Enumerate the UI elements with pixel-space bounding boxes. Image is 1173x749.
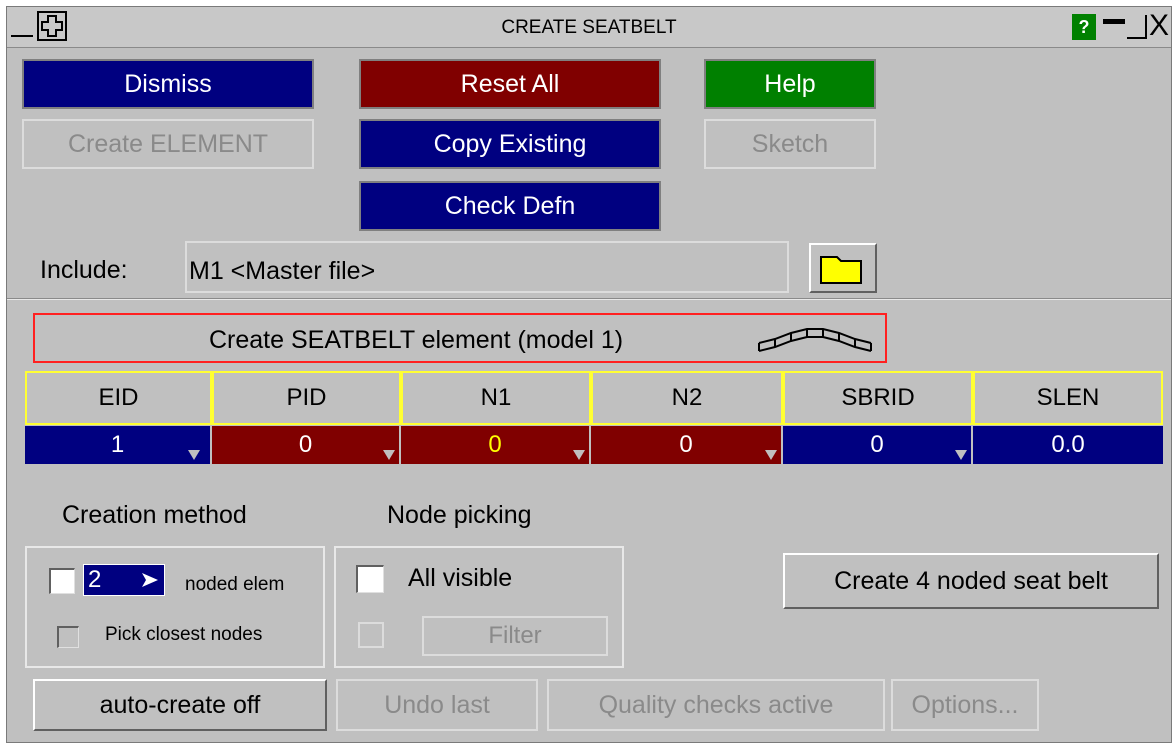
create-seatbelt-banner: Create SEATBELT element (model 1) bbox=[33, 313, 887, 363]
include-label: Include: bbox=[40, 256, 128, 284]
header-sbrid: SBRID bbox=[783, 371, 973, 425]
slen-value: 0.0 bbox=[1051, 431, 1085, 458]
n1-value: 0 bbox=[488, 431, 502, 458]
help-icon[interactable]: ? bbox=[1072, 14, 1096, 40]
include-value: M1 <Master file> bbox=[189, 257, 376, 285]
header-slen: SLEN bbox=[973, 371, 1163, 425]
sketch-button[interactable]: Sketch bbox=[704, 119, 876, 169]
sbrid-value: 0 bbox=[870, 431, 884, 458]
all-visible-checkbox[interactable] bbox=[356, 565, 384, 593]
folder-icon bbox=[820, 256, 862, 284]
help-glyph: ? bbox=[1078, 17, 1090, 37]
header-n1: N1 bbox=[401, 371, 591, 425]
creation-method-group: 2 noded elem Pick closest nodes bbox=[25, 546, 325, 668]
auto-create-button[interactable]: auto-create off bbox=[33, 679, 327, 731]
folder-button[interactable] bbox=[809, 243, 877, 293]
options-button[interactable]: Options... bbox=[891, 679, 1039, 731]
pick-closest-label: Pick closest nodes bbox=[105, 624, 263, 645]
copy-existing-button[interactable]: Copy Existing bbox=[359, 119, 661, 169]
window-title: CREATE SEATBELT bbox=[501, 17, 677, 38]
attributes-table: EID PID N1 N2 SBRID SLEN 1 0 0 0 0 0.0 bbox=[25, 371, 1163, 465]
maximize-icon[interactable] bbox=[1127, 15, 1147, 39]
node-count-value: 2 bbox=[88, 566, 102, 593]
check-defn-button[interactable]: Check Defn bbox=[359, 181, 661, 231]
close-icon[interactable]: X bbox=[1147, 9, 1171, 43]
n2-value: 0 bbox=[679, 431, 693, 458]
filter-button[interactable]: Filter bbox=[422, 616, 608, 656]
create-4-noded-button[interactable]: Create 4 noded seat belt bbox=[783, 553, 1159, 609]
eid-field[interactable]: 1 bbox=[25, 426, 212, 464]
noded-elem-label: noded elem bbox=[185, 574, 285, 595]
node-count-select[interactable]: 2 bbox=[83, 564, 165, 596]
header-pid: PID bbox=[212, 371, 401, 425]
create-seatbelt-window: CREATE SEATBELT ? X Dismiss Reset All He… bbox=[6, 6, 1172, 743]
sbrid-field[interactable]: 0 bbox=[783, 426, 973, 464]
reset-all-button[interactable]: Reset All bbox=[359, 59, 661, 109]
n2-dropdown-icon[interactable] bbox=[765, 450, 777, 462]
eid-value: 1 bbox=[110, 431, 125, 458]
minimize-icon[interactable] bbox=[1101, 15, 1127, 39]
filter-checkbox[interactable] bbox=[358, 622, 384, 648]
title-bar: CREATE SEATBELT ? X bbox=[7, 7, 1171, 48]
create-element-button[interactable]: Create ELEMENT bbox=[22, 119, 314, 169]
sbrid-dropdown-icon[interactable] bbox=[955, 450, 967, 462]
eid-dropdown-icon[interactable] bbox=[188, 450, 200, 462]
include-field[interactable]: M1 <Master file> bbox=[185, 241, 789, 293]
banner-text: Create SEATBELT element (model 1) bbox=[209, 326, 624, 354]
quality-checks-button[interactable]: Quality checks active bbox=[547, 679, 885, 731]
seatbelt-icon bbox=[758, 328, 872, 352]
creation-method-title: Creation method bbox=[62, 501, 247, 529]
arrow-right-icon bbox=[142, 573, 158, 587]
pid-value: 0 bbox=[298, 431, 313, 458]
close-glyph: X bbox=[1148, 9, 1169, 42]
separator bbox=[7, 298, 1171, 300]
n1-dropdown-icon[interactable] bbox=[573, 450, 585, 462]
pid-dropdown-icon[interactable] bbox=[383, 450, 395, 462]
pid-field[interactable]: 0 bbox=[212, 426, 401, 464]
dismiss-button[interactable]: Dismiss bbox=[22, 59, 314, 109]
undo-last-button[interactable]: Undo last bbox=[336, 679, 538, 731]
header-eid: EID bbox=[25, 371, 212, 425]
n2-field[interactable]: 0 bbox=[591, 426, 783, 464]
node-picking-title: Node picking bbox=[387, 501, 532, 529]
help-button[interactable]: Help bbox=[704, 59, 876, 109]
slen-field[interactable]: 0.0 bbox=[973, 426, 1163, 464]
creation-method-checkbox[interactable] bbox=[49, 568, 75, 594]
pick-closest-checkbox[interactable] bbox=[57, 626, 79, 648]
node-picking-group: All visible Filter bbox=[334, 546, 624, 668]
all-visible-label: All visible bbox=[408, 564, 513, 592]
header-n2: N2 bbox=[591, 371, 783, 425]
n1-field[interactable]: 0 bbox=[401, 426, 591, 464]
